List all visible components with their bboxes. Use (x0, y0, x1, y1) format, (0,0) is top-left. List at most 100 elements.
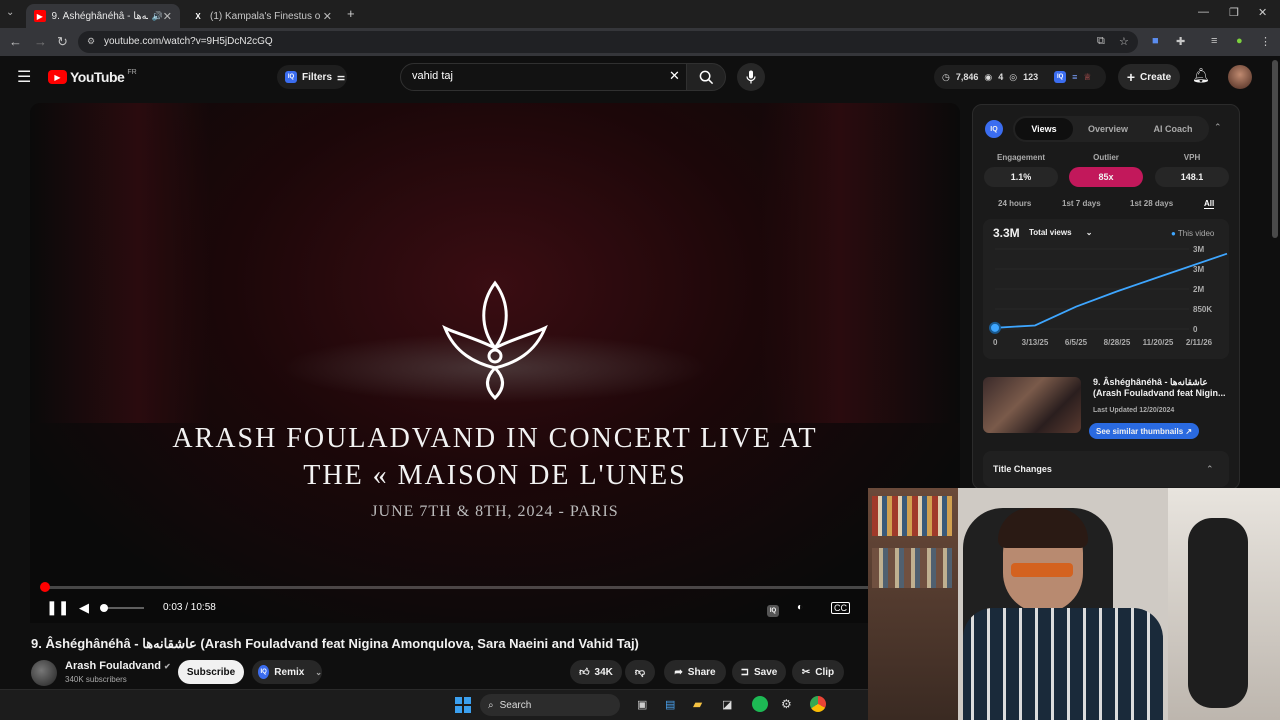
tab-overview[interactable]: Overview (1077, 118, 1139, 140)
progress-bar[interactable] (40, 582, 868, 592)
search-icon: ⌕ (488, 699, 494, 711)
filters-button[interactable]: IQ Filters ⚌ (277, 65, 347, 89)
close-tab-icon[interactable]: ✕ (323, 10, 332, 23)
related-thumbnail[interactable] (983, 377, 1081, 433)
tab-list-icon[interactable]: ⌄ (6, 7, 14, 18)
books-row (872, 548, 952, 588)
file-explorer-icon[interactable]: ▰ (693, 697, 702, 711)
total-views-select-label: Total views (1029, 228, 1072, 237)
hamburger-menu-icon[interactable]: ☰ (17, 67, 31, 87)
search-icon (699, 70, 713, 84)
bookmark-star-icon[interactable]: ☆ (1119, 35, 1129, 48)
remix-button[interactable]: IQ Remix ⌄ (252, 660, 322, 684)
minimize-icon[interactable]: — (1198, 6, 1209, 18)
windows-start-icon[interactable] (455, 697, 471, 713)
channel-name[interactable]: Arash Fouladvand ✔ (65, 660, 171, 672)
volume-slider[interactable] (100, 604, 144, 612)
page-scrollbar[interactable] (1272, 60, 1278, 238)
iq-logo-icon: IQ (1054, 71, 1067, 83)
iq-player-icon[interactable]: IQ (767, 601, 779, 617)
create-button[interactable]: + Create (1118, 64, 1180, 90)
clip-button[interactable]: ✂ Clip (792, 660, 844, 684)
windows-taskbar: ⌕ Search ▣ ▤ ▰ ◪ ⚙ (0, 689, 868, 720)
close-tab-icon[interactable]: ✕ (163, 10, 172, 23)
video-title: 9. Âshéghânéhâ - عاشقانه‌ها (Arash Foula… (31, 636, 639, 651)
extensions-puzzle-icon[interactable]: ✚ (1176, 35, 1185, 48)
range-all[interactable]: All (1204, 199, 1215, 209)
metric-value-outlier: 85x (1069, 167, 1143, 187)
menu-kebab-icon[interactable]: ⋮ (1260, 35, 1271, 48)
stage-curtain-left (30, 103, 210, 423)
chevron-down-icon: ⌄ (1085, 228, 1093, 237)
see-similar-thumbnails-button[interactable]: See similar thumbnails ↗ (1089, 423, 1200, 439)
new-tab-button[interactable]: + (347, 6, 355, 21)
subscribe-button[interactable]: Subscribe (178, 660, 244, 684)
autoplay-toggle-icon[interactable]: ◐ (797, 602, 803, 613)
profile-icon[interactable]: ● (1236, 35, 1243, 47)
taskbar-search[interactable]: ⌕ Search (480, 694, 620, 716)
channel-avatar[interactable] (31, 660, 57, 686)
subscriber-count: 340K subscribers (65, 675, 127, 684)
voice-search-button[interactable] (737, 63, 765, 91)
search-input[interactable]: vahid taj ✕ (400, 63, 687, 91)
share-label: Share (687, 666, 716, 678)
media-control-icon[interactable]: ≡ (1211, 35, 1217, 47)
task-view-icon[interactable]: ▣ (637, 698, 647, 711)
share-arrow-icon: ➦ (674, 666, 683, 678)
extension-stats[interactable]: ◷ 7,846 ◉ 4 ◎ 123 IQ ≡ ♕ (934, 65, 1106, 89)
notifications-bell-icon[interactable]: 🔔︎ (1192, 67, 1210, 84)
avatar[interactable] (1228, 65, 1252, 89)
forward-icon[interactable]: → (34, 34, 47, 49)
metric-value-vph: 148.1 (1155, 167, 1229, 187)
title-changes-section[interactable]: Title Changes ⌃ (983, 451, 1229, 487)
like-button[interactable]: 👍︎ 34K (570, 660, 622, 684)
stat-views: 7,846 (955, 72, 979, 82)
x-tick-label: 3/13/25 (1022, 338, 1049, 347)
eye-icon: ◉ (984, 71, 993, 82)
total-views-select[interactable]: Total views ⌄ (1029, 228, 1092, 237)
youtube-logo[interactable]: ▶ YouTube FR (48, 69, 137, 85)
reload-icon[interactable]: ↻ (57, 34, 68, 50)
y-tick-label: 0 (1193, 325, 1198, 334)
clip-label: Clip (815, 666, 835, 678)
install-icon[interactable]: ⧉ (1097, 35, 1105, 48)
volume-knob[interactable] (100, 604, 108, 612)
range-7d[interactable]: 1st 7 days (1062, 199, 1101, 208)
webcam-overlay (868, 488, 1280, 720)
extension-icon[interactable]: ■ (1152, 35, 1159, 47)
books-row (872, 496, 952, 536)
settings-gear-icon[interactable]: ⚙ (781, 697, 792, 711)
tab-youtube[interactable]: ▶ 9. Âshéghânéhâ - عاشقانه‌ها 🔊 ✕ (26, 4, 180, 28)
close-window-icon[interactable]: ✕ (1258, 6, 1267, 19)
share-button[interactable]: ➦ Share (664, 660, 726, 684)
range-24h[interactable]: 24 hours (998, 199, 1031, 208)
url-field[interactable]: ⚙ youtube.com/watch?v=9H5jDcN2cGQ (78, 31, 1138, 53)
store-icon[interactable]: ▤ (665, 698, 675, 711)
related-title[interactable]: 9. Âshéghânéhâ - عاشقانه‌ها (Arash Foula… (1093, 377, 1233, 399)
app-icon[interactable]: ◪ (722, 698, 732, 711)
dislike-button[interactable]: 👎︎ (625, 660, 655, 684)
pause-icon[interactable]: ❚❚ (46, 599, 69, 616)
range-28d[interactable]: 1st 28 days (1130, 199, 1173, 208)
site-info-icon[interactable]: ⚙ (87, 36, 95, 47)
total-views-value: 3.3M (993, 226, 1020, 240)
restore-icon[interactable]: ❐ (1229, 6, 1239, 19)
tab-views[interactable]: Views (1015, 118, 1073, 140)
filters-label: Filters (302, 71, 333, 83)
search-button[interactable] (686, 63, 726, 91)
tab-x[interactable]: X (1) Kampala's Finestus on X: "H ✕ (184, 4, 340, 28)
tab-title: 9. Âshéghânéhâ - عاشقانه‌ها (51, 10, 148, 22)
chrome-icon[interactable] (810, 696, 826, 712)
collapse-chevron-icon[interactable]: ⌃ (1214, 122, 1222, 133)
plus-icon: + (1126, 69, 1136, 85)
spotify-icon[interactable] (752, 696, 768, 712)
clear-search-icon[interactable]: ✕ (669, 68, 680, 84)
captions-icon[interactable]: CC (831, 602, 850, 614)
video-player[interactable]: ARASH FOULADVAND IN CONCERT LIVE AT THE … (30, 103, 960, 623)
save-button[interactable]: ⊐ Save (732, 660, 786, 684)
tab-ai-coach[interactable]: AI Coach (1143, 118, 1203, 140)
mute-icon[interactable]: ◀︎ (79, 600, 89, 616)
x-tick-label: 2/11/26 (1186, 338, 1213, 347)
clock-icon: ◷ (942, 71, 950, 82)
back-icon[interactable]: ← (9, 34, 22, 49)
